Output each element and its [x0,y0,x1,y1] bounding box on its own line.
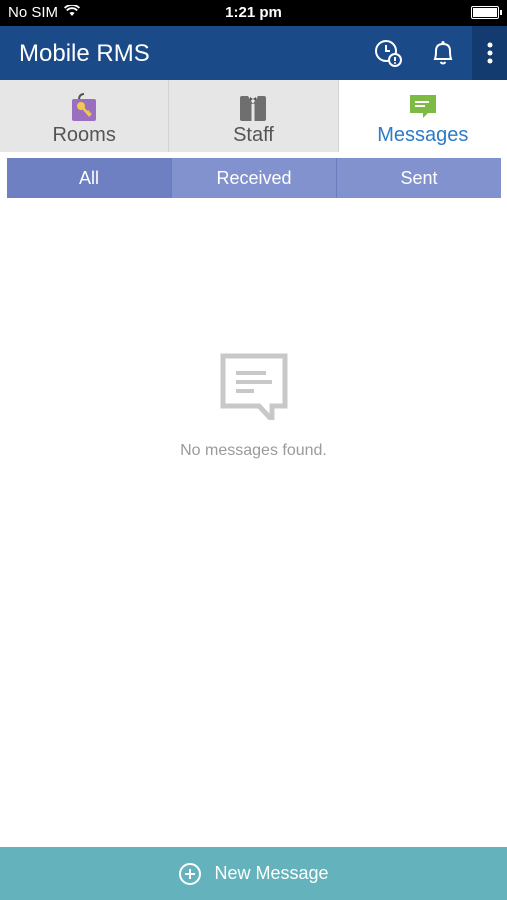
message-icon [409,95,436,118]
main-tabs: Rooms Staff Messages [0,80,507,152]
plus-circle-icon [179,862,202,885]
new-message-label: New Message [214,863,329,883]
tab-messages[interactable]: Messages [338,80,507,152]
clock-alert-button[interactable] [363,26,413,80]
notifications-button[interactable] [418,26,468,80]
more-menu-button[interactable] [472,26,507,80]
filter-received[interactable]: Received [172,158,337,198]
staff-uniform-icon [240,96,267,121]
bell-icon [433,41,453,65]
tab-staff[interactable]: Staff [169,80,339,152]
new-message-button[interactable]: New Message [0,847,507,900]
filter-all[interactable]: All [7,158,172,198]
empty-state: No messages found. [0,350,507,460]
tab-messages-label: Messages [377,124,469,146]
filter-sent[interactable]: Sent [337,158,501,198]
status-time: 1:21 pm [225,4,282,21]
message-filter: All Received Sent [7,158,501,198]
empty-message-text: No messages found. [180,442,327,459]
tab-staff-label: Staff [233,124,274,146]
tab-rooms[interactable]: Rooms [0,80,170,152]
battery-icon [471,6,502,19]
status-bar: No SIM 1:21 pm [0,0,507,26]
tab-rooms-label: Rooms [52,124,116,146]
message-outline-icon [220,353,287,420]
clock-alert-icon [375,40,402,67]
app-bar: Mobile RMS [0,26,507,80]
app-title: Mobile RMS [19,40,150,67]
rooms-key-icon [72,93,97,121]
more-vertical-icon [487,42,492,64]
